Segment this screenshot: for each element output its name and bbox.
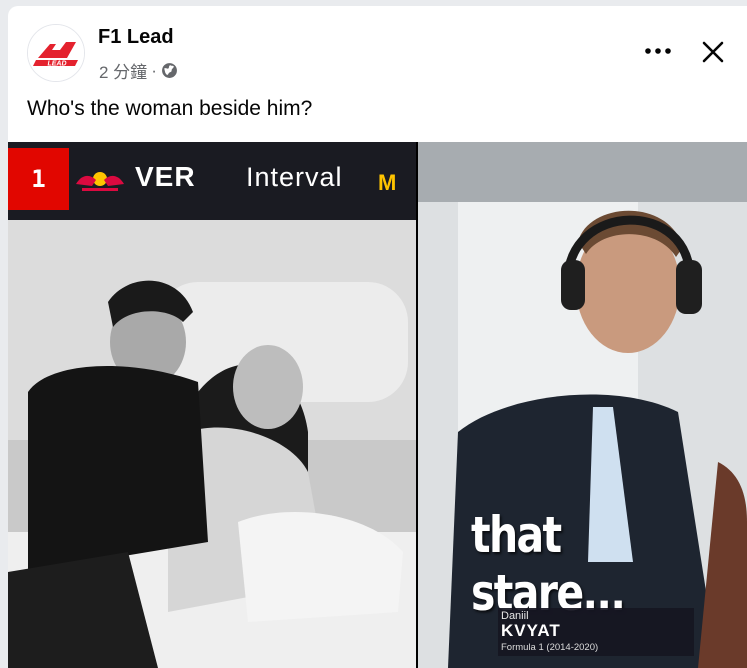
post-time[interactable]: 2 分鐘 (99, 58, 147, 83)
post-meta: 2 分鐘 · (99, 58, 178, 83)
meta-separator: · (151, 60, 157, 80)
post-media[interactable]: 1 VER Interval M that stare... Daniil KV… (8, 142, 747, 668)
more-options-button[interactable] (638, 36, 678, 66)
career-subtitle: Formula 1 (2014-2020) (501, 642, 599, 653)
globe-icon (161, 62, 178, 79)
red-bull-logo (76, 172, 124, 191)
page-avatar[interactable]: LEAD (27, 24, 85, 82)
logo-text: LEAD (47, 61, 66, 68)
close-button[interactable] (693, 32, 733, 72)
driver-code: VER (135, 161, 196, 192)
name-lower-third: Daniil KVYAT Formula 1 (2014-2020) (498, 608, 694, 656)
f1-timing-bar: 1 VER Interval M (8, 142, 416, 220)
page-name[interactable]: F1 Lead (98, 26, 174, 49)
post-caption: Who's the woman beside him? (27, 97, 313, 120)
hospital-photo (8, 220, 416, 668)
close-icon (702, 41, 724, 63)
f1-lead-logo: LEAD (28, 25, 84, 81)
last-name: KVYAT (501, 621, 561, 640)
interval-label: Interval (246, 162, 343, 192)
overlay-caption: that stare... (471, 506, 626, 622)
more-horizontal-icon (645, 48, 671, 54)
post-card: LEAD F1 Lead 2 分鐘 · Who's the woman besi… (8, 6, 747, 668)
position-badge: 1 (8, 148, 69, 210)
interval-mark: M (378, 170, 397, 195)
left-photo[interactable]: 1 VER Interval M (8, 142, 416, 668)
